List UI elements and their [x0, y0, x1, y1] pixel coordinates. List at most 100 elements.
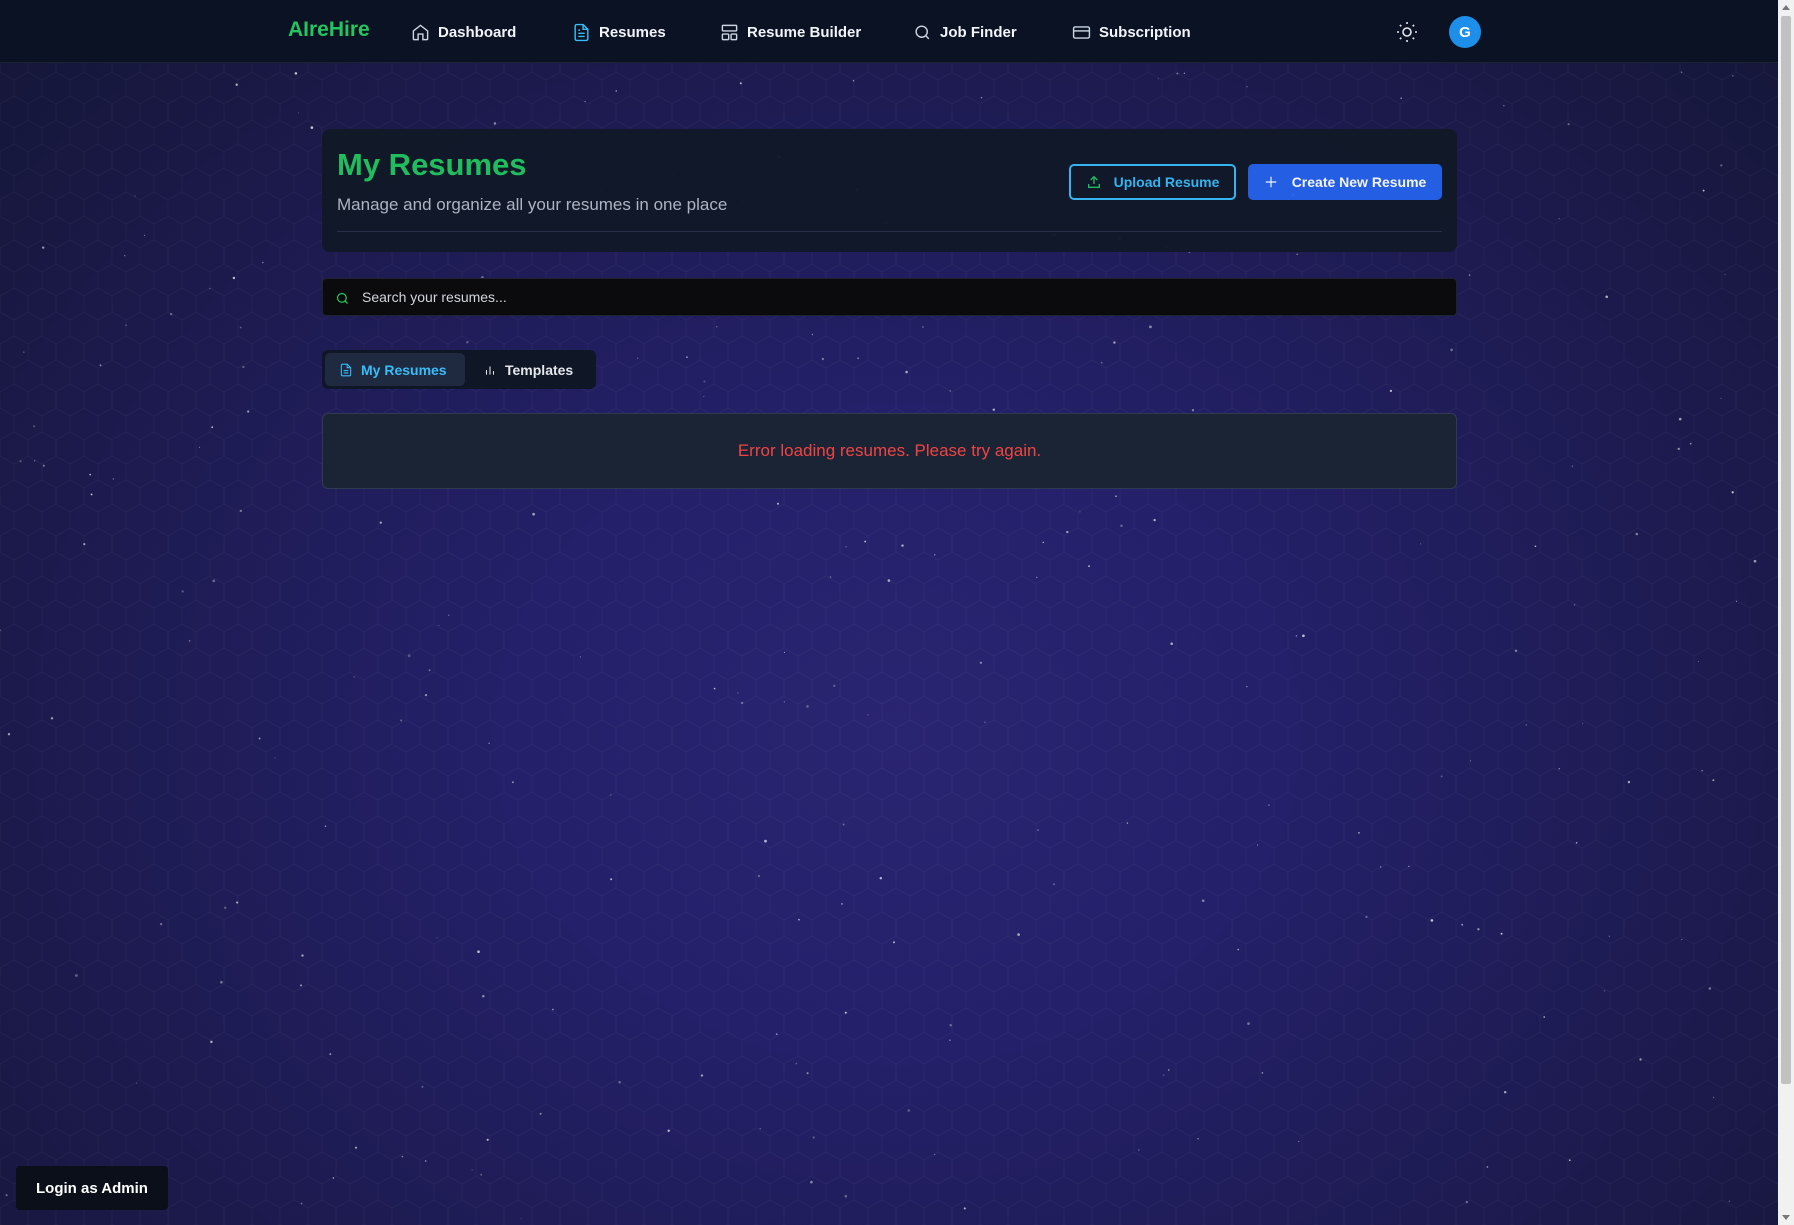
- star-dot: [1296, 253, 1298, 255]
- star-dot: [1720, 164, 1723, 167]
- nav-dashboard[interactable]: Dashboard: [411, 19, 516, 45]
- nav-label: Subscription: [1099, 23, 1191, 41]
- page-title: My Resumes: [337, 147, 527, 182]
- user-avatar[interactable]: G: [1449, 16, 1481, 48]
- star-dot: [223, 906, 227, 910]
- star-dot: [841, 903, 843, 905]
- scroll-thumb[interactable]: [1781, 16, 1791, 1084]
- star-dot: [811, 333, 814, 336]
- page-subtitle: Manage and organize all your resumes in …: [337, 195, 728, 214]
- star-dot: [1486, 1166, 1489, 1168]
- star-dot: [798, 918, 800, 921]
- star-dot: [618, 1081, 621, 1084]
- star-dot: [33, 425, 36, 428]
- star-dot: [1257, 844, 1259, 846]
- star-dot: [1525, 724, 1528, 726]
- star-dot: [1201, 899, 1205, 903]
- star-dot: [715, 325, 718, 328]
- star-dot: [486, 1138, 489, 1141]
- search-icon: [336, 292, 348, 304]
- tab-templates[interactable]: Templates: [469, 353, 593, 386]
- login-as-admin-button[interactable]: Login as Admin: [16, 1166, 168, 1210]
- scroll-down-arrow-icon[interactable]: [1782, 1215, 1790, 1220]
- nav-resumes[interactable]: Resumes: [572, 19, 666, 45]
- star-dot: [235, 83, 238, 86]
- nav-label: Job Finder: [940, 23, 1017, 41]
- star-dot: [239, 509, 243, 513]
- star-dot: [438, 624, 440, 626]
- star-dot: [810, 1180, 813, 1184]
- star-dot: [90, 493, 93, 496]
- star-dot: [1712, 1096, 1715, 1099]
- nav-resume-builder[interactable]: Resume Builder: [720, 19, 861, 45]
- star-dot: [353, 676, 355, 678]
- star-dot: [329, 1053, 332, 1056]
- nav-job-finder[interactable]: Job Finder: [913, 19, 1017, 45]
- star-dot: [1126, 822, 1129, 824]
- star-dot: [963, 1207, 966, 1210]
- tab-label: My Resumes: [361, 361, 447, 378]
- scroll-up-arrow-icon[interactable]: [1782, 5, 1790, 10]
- star-dot: [806, 705, 809, 708]
- theme-toggle-button[interactable]: [1395, 20, 1419, 44]
- star-dot: [1575, 841, 1578, 844]
- brand-logo[interactable]: AIreHire: [288, 18, 370, 42]
- star-dot: [262, 261, 264, 264]
- star-dot: [7, 733, 11, 736]
- star-dot: [424, 1160, 427, 1162]
- nav-label: Resume Builder: [747, 23, 862, 41]
- search-input[interactable]: [362, 279, 1442, 315]
- star-dot: [857, 357, 859, 360]
- star-dot: [833, 684, 836, 688]
- star-dot: [124, 255, 126, 257]
- star-dot: [551, 1008, 554, 1011]
- star-dot: [1724, 273, 1726, 276]
- star-dot: [1567, 123, 1570, 126]
- page-scrollbar[interactable]: [1778, 0, 1794, 1225]
- star-dot: [821, 357, 825, 361]
- star-dot: [686, 356, 688, 358]
- tab-my-resumes[interactable]: My Resumes: [325, 353, 465, 386]
- star-dot: [511, 781, 514, 784]
- star-dot: [1573, 604, 1576, 606]
- star-dot: [934, 554, 936, 556]
- upload-resume-button[interactable]: Upload Resume: [1069, 164, 1236, 200]
- star-dot: [1440, 775, 1443, 778]
- star-dot: [136, 1082, 138, 1084]
- nav-subscription[interactable]: Subscription: [1072, 19, 1191, 45]
- star-dot: [274, 757, 276, 759]
- star-dot: [1400, 97, 1403, 100]
- star-dot: [1639, 1058, 1642, 1061]
- star-dot: [143, 234, 146, 237]
- star-dot: [1115, 495, 1117, 497]
- star-dot: [1430, 919, 1434, 922]
- star-dot: [584, 101, 586, 103]
- star-dot: [42, 246, 45, 249]
- star-dot: [844, 1194, 848, 1198]
- star-dot: [134, 195, 136, 197]
- create-resume-button[interactable]: Create New Resume: [1248, 164, 1442, 200]
- star-dot: [879, 876, 883, 880]
- star-dot: [1708, 987, 1712, 990]
- nav-label: Dashboard: [438, 23, 517, 41]
- star-dot: [210, 1040, 213, 1044]
- star-dot: [1753, 559, 1757, 563]
- star-dot: [1697, 661, 1699, 663]
- star-dot: [783, 651, 786, 653]
- star-dot: [1582, 723, 1584, 725]
- star-dot: [1153, 518, 1156, 522]
- star-dot: [466, 341, 469, 344]
- star-dot: [1389, 389, 1392, 392]
- error-message: Error loading resumes. Please try again.: [737, 441, 1042, 460]
- star-dot: [1568, 1159, 1571, 1162]
- star-dot: [112, 478, 115, 480]
- star-dot: [615, 90, 617, 92]
- star-dot: [812, 1136, 815, 1139]
- star-dot: [1450, 348, 1453, 352]
- star-dot: [713, 687, 716, 690]
- star-dot: [1113, 341, 1116, 344]
- create-resume-label: Create New Resume: [1291, 174, 1427, 190]
- star-dot: [298, 112, 300, 114]
- star-dot: [667, 1129, 670, 1132]
- star-dot: [1503, 1090, 1507, 1094]
